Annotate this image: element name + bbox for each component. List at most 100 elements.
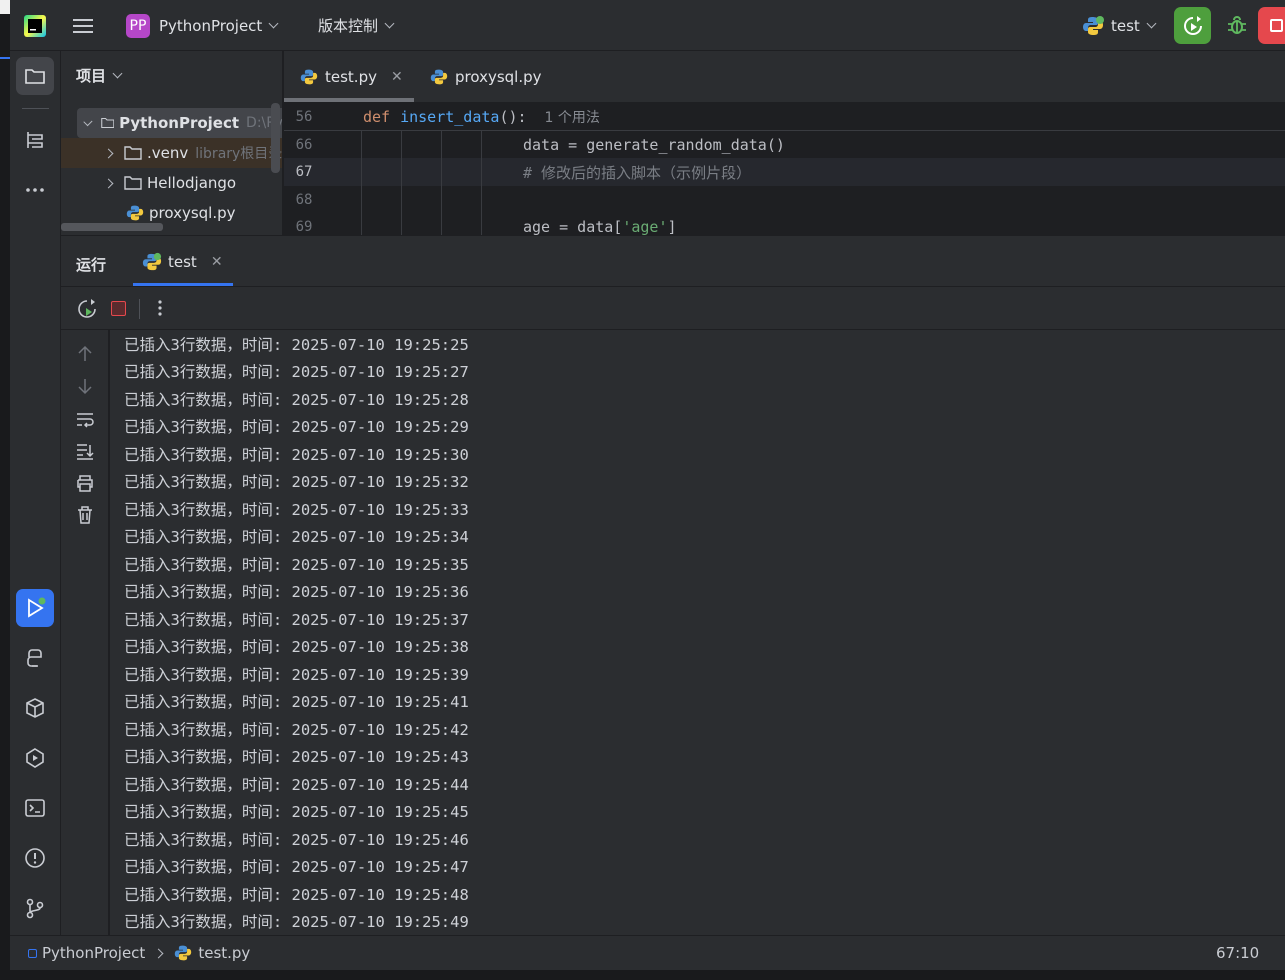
console-line: 已插入3行数据，时间: 2025-07-10 19:25:43 (124, 748, 469, 767)
run-panel-title: 运行 (76, 256, 107, 274)
python-console-icon (27, 649, 42, 667)
console-line: 已插入3行数据，时间: 2025-07-10 19:25:39 (124, 665, 469, 684)
scroll-down-button[interactable] (75, 376, 95, 396)
console-line: 已插入3行数据，时间: 2025-07-10 19:25:35 (124, 555, 469, 574)
problems-tool-button[interactable] (16, 839, 54, 877)
close-icon[interactable]: ✕ (391, 69, 403, 85)
chevron-down-icon (112, 68, 123, 79)
more-tools-button[interactable] (16, 171, 54, 209)
run-side-toolbar (61, 330, 109, 935)
tab-proxysql-py[interactable]: proxysql.py (424, 51, 542, 102)
scroll-up-button[interactable] (75, 344, 95, 364)
tab-test-py[interactable]: test.py ✕ (284, 51, 414, 102)
usages-hint[interactable]: 1 个用法 (545, 107, 600, 127)
tree-item-label: PythonProject (119, 114, 240, 132)
more-options-button[interactable] (156, 298, 164, 322)
git-tool-button[interactable] (16, 889, 54, 927)
chevron-down-icon (268, 18, 279, 29)
horizontal-scrollbar[interactable] (61, 223, 163, 231)
structure-icon (27, 132, 43, 148)
console-line: 已插入3行数据，时间: 2025-07-10 19:25:48 (124, 885, 469, 904)
services-icon (26, 748, 44, 768)
console-line: 已插入3行数据，时间: 2025-07-10 19:25:44 (124, 775, 469, 794)
project-switcher[interactable]: PP PythonProject (126, 0, 279, 51)
run-icon (28, 597, 46, 618)
vcs-menu[interactable]: 版本控制 (318, 0, 395, 51)
editor-tabs: test.py ✕ proxysql.py (284, 51, 1285, 103)
python-file-icon (300, 69, 318, 84)
console-output[interactable]: 已插入3行数据，时间: 2025-07-10 19:25:25 已插入3行数据，时… (110, 330, 1285, 935)
stop-button[interactable] (1258, 7, 1285, 44)
more-horizontal-icon (26, 188, 44, 192)
clear-all-button[interactable] (75, 505, 95, 525)
chevron-down-icon (384, 18, 395, 29)
window-edge-bottom (0, 970, 1285, 980)
soft-wrap-button[interactable] (75, 410, 95, 430)
tree-item-pythonproject[interactable]: PythonProject D:\Py (77, 108, 282, 138)
more-vertical-icon (158, 300, 162, 316)
console-line: 已插入3行数据，时间: 2025-07-10 19:25:49 (124, 913, 469, 932)
code-string: 'age' (622, 218, 668, 235)
hamburger-icon (73, 18, 93, 33)
terminal-tool-button[interactable] (16, 789, 54, 827)
project-tool-button[interactable] (16, 57, 54, 95)
console-line: 已插入3行数据，时间: 2025-07-10 19:25:28 (124, 390, 469, 409)
debug-button[interactable] (1222, 10, 1252, 40)
code-text: (): (499, 107, 527, 126)
close-icon[interactable]: ✕ (211, 254, 223, 270)
warning-circle-icon (25, 848, 45, 868)
git-branch-icon (26, 898, 44, 919)
python-run-icon (142, 252, 162, 270)
tree-item-hellodjango[interactable]: Hellodjango (61, 168, 282, 198)
packages-icon (26, 698, 44, 718)
caret-position[interactable]: 67:10 (1216, 944, 1259, 962)
console-line: 已插入3行数据，时间: 2025-07-10 19:25:45 (124, 803, 469, 822)
code-keyword: def (363, 107, 391, 126)
tree-item-venv[interactable]: .venv library根目录 (61, 138, 282, 168)
project-badge: PP (126, 13, 150, 38)
code-line[interactable]: 66 data = generate_random_data() (284, 131, 1285, 159)
sticky-function-header[interactable]: 56 def insert_data (): 1 个用法 (284, 103, 1285, 131)
run-config-selector[interactable]: test (1082, 0, 1157, 51)
python-console-tool-button[interactable] (16, 639, 54, 677)
console-line: 已插入3行数据，时间: 2025-07-10 19:25:30 (124, 445, 469, 464)
status-bar: PythonProject test.py 67:10 (10, 935, 1285, 970)
tool-window-strip (10, 51, 61, 935)
title-bar: PP PythonProject 版本控制 test (10, 0, 1285, 51)
rerun-button[interactable] (76, 298, 98, 320)
breadcrumb-project[interactable]: PythonProject (42, 944, 145, 962)
project-panel-title[interactable]: 项目 (76, 65, 123, 86)
python-file-icon (430, 69, 448, 84)
chevron-right-icon (103, 148, 114, 158)
console-line: 已插入3行数据，时间: 2025-07-10 19:25:34 (124, 528, 469, 547)
code-line-current[interactable]: 67 # 修改后的插入脚本（示例片段） (284, 158, 1285, 186)
arrow-up-icon (78, 345, 92, 361)
code-line[interactable]: 69 age = data['age'] (284, 213, 1285, 235)
line-number: 69 (295, 219, 313, 235)
chevron-down-icon (1146, 18, 1157, 29)
chevron-right-icon (153, 948, 164, 958)
line-number: 66 (295, 137, 313, 153)
module-icon (28, 948, 37, 958)
scroll-to-end-button[interactable] (75, 441, 95, 461)
python-file-icon (175, 945, 192, 961)
vertical-scrollbar[interactable] (271, 103, 280, 173)
indent-guide (441, 131, 442, 235)
run-tool-button[interactable] (16, 589, 54, 627)
python-packages-tool-button[interactable] (16, 689, 54, 727)
soft-wrap-icon (77, 413, 94, 428)
console-line: 已插入3行数据，时间: 2025-07-10 19:25:46 (124, 830, 469, 849)
run-tab-test[interactable]: test ✕ (133, 236, 233, 287)
main-menu-button[interactable] (72, 0, 94, 51)
console-line: 已插入3行数据，时间: 2025-07-10 19:25:32 (124, 473, 469, 492)
breadcrumb-file[interactable]: test.py (198, 944, 250, 962)
print-button[interactable] (75, 473, 95, 493)
code-text: age = data[ (523, 218, 623, 235)
code-line[interactable]: 68 (284, 186, 1285, 214)
rerun-icon (1183, 15, 1202, 35)
structure-tool-button[interactable] (16, 121, 54, 159)
services-tool-button[interactable] (16, 739, 54, 777)
stop-button[interactable] (111, 301, 126, 316)
rerun-button[interactable] (1174, 7, 1211, 44)
code-text: ] (667, 218, 677, 235)
